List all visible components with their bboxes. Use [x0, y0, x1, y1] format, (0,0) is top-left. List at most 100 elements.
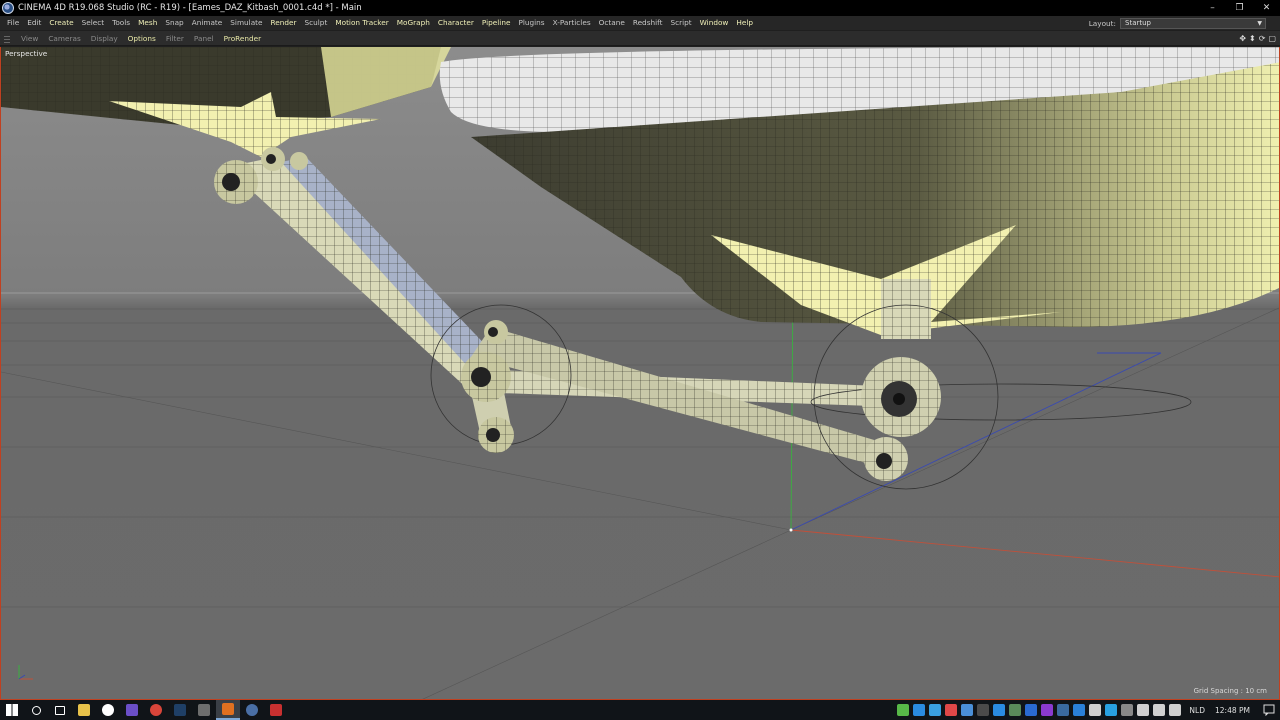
- app-red-icon: [270, 704, 282, 716]
- tray-app-8-icon[interactable]: [1025, 704, 1038, 716]
- layout-dropdown[interactable]: Startup ▼: [1120, 17, 1266, 29]
- taskbar-settings-button[interactable]: [96, 700, 120, 720]
- taskbar-photoshop-button[interactable]: [168, 700, 192, 720]
- tray-app-6-icon[interactable]: [993, 704, 1006, 716]
- viewport-scene: [1, 47, 1279, 699]
- viewport-menu-cameras[interactable]: Cameras: [43, 34, 85, 43]
- layout-value: Startup: [1125, 18, 1151, 27]
- perspective-viewport[interactable]: Perspective Grid Spacing : 10 cm: [0, 47, 1280, 700]
- tray-app-13-icon[interactable]: [1105, 704, 1118, 716]
- menu-file[interactable]: File: [3, 16, 23, 30]
- calculator-icon: [198, 704, 210, 716]
- tray-app-5-icon[interactable]: [977, 704, 990, 716]
- taskbar-app-red-button[interactable]: [264, 700, 288, 720]
- tray-app-16-icon[interactable]: [1153, 704, 1166, 716]
- taskbar-chrome-button[interactable]: [144, 700, 168, 720]
- tray-app-0-icon[interactable]: [897, 704, 910, 716]
- menu-x-particles[interactable]: X-Particles: [549, 16, 595, 30]
- menu-window[interactable]: Window: [696, 16, 733, 30]
- minimize-button[interactable]: –: [1199, 0, 1226, 16]
- menu-select[interactable]: Select: [78, 16, 109, 30]
- taskbar-calculator-button[interactable]: [192, 700, 216, 720]
- settings-icon: [102, 704, 114, 716]
- clock[interactable]: 12:48 PM: [1215, 706, 1250, 715]
- taskbar-search-button[interactable]: [24, 700, 48, 720]
- viewport-menu-options[interactable]: Options: [123, 34, 161, 43]
- tray-app-9-icon[interactable]: [1041, 704, 1054, 716]
- tray-app-4-icon[interactable]: [961, 704, 974, 716]
- tray-app-17-icon[interactable]: [1169, 704, 1182, 716]
- tray-app-7-icon[interactable]: [1009, 704, 1022, 716]
- photoshop-icon: [174, 704, 186, 716]
- taskbar-cinema4d-button[interactable]: [240, 700, 264, 720]
- title-bar: CINEMA 4D R19.068 Studio (RC - R19) - [E…: [0, 0, 1280, 16]
- menu-help[interactable]: Help: [732, 16, 757, 30]
- app-orange-icon: [222, 703, 234, 715]
- viewport-menu-panel[interactable]: Panel: [189, 34, 219, 43]
- taskbar-file-explorer-button[interactable]: [72, 700, 96, 720]
- menu-snap[interactable]: Snap: [161, 16, 187, 30]
- taskbar-app-orange-button[interactable]: [216, 700, 240, 720]
- menu-simulate[interactable]: Simulate: [226, 16, 266, 30]
- menu-sculpt[interactable]: Sculpt: [301, 16, 332, 30]
- taskbar-start-button[interactable]: [0, 700, 24, 720]
- menu-character[interactable]: Character: [434, 16, 478, 30]
- tray-app-15-icon[interactable]: [1137, 704, 1150, 716]
- menu-create[interactable]: Create: [45, 16, 77, 30]
- start-icon: [6, 704, 18, 716]
- tray-app-10-icon[interactable]: [1057, 704, 1070, 716]
- taskbar-task-view-button[interactable]: [48, 700, 72, 720]
- close-button[interactable]: ✕: [1253, 0, 1280, 16]
- viewport-menu-view[interactable]: View: [16, 34, 43, 43]
- toggle-view-icon[interactable]: ▢: [1268, 34, 1276, 43]
- app-purple-icon: [126, 704, 138, 716]
- menu-redshift[interactable]: Redshift: [629, 16, 667, 30]
- window-title: CINEMA 4D R19.068 Studio (RC - R19) - [E…: [18, 3, 362, 13]
- rotate-view-icon[interactable]: ⟳: [1259, 34, 1266, 43]
- viewport-menu-filter[interactable]: Filter: [161, 34, 189, 43]
- menu-mesh[interactable]: Mesh: [134, 16, 161, 30]
- menu-edit[interactable]: Edit: [23, 16, 45, 30]
- taskbar-apps: [0, 700, 288, 720]
- search-icon: [31, 705, 41, 715]
- cinema4d-icon: [246, 704, 258, 716]
- move-view-icon[interactable]: ✥: [1239, 34, 1246, 43]
- menu-pipeline[interactable]: Pipeline: [478, 16, 515, 30]
- camera-label[interactable]: Perspective: [5, 49, 47, 58]
- axis-gizmo-icon: [18, 665, 33, 680]
- viewport-menu-bar: View Cameras Display Options Filter Panel ProR…: [0, 31, 1280, 46]
- tray-app-12-icon[interactable]: [1089, 704, 1102, 716]
- notification-icon[interactable]: [1258, 700, 1280, 720]
- menu-plugins[interactable]: Plugins: [514, 16, 548, 30]
- layout-label: Layout:: [1088, 18, 1116, 28]
- grid-spacing-readout: Grid Spacing : 10 cm: [1193, 687, 1267, 695]
- task-view-icon: [55, 705, 65, 715]
- chrome-icon: [150, 704, 162, 716]
- cinema4d-logo-icon: [2, 2, 14, 14]
- menu-render[interactable]: Render: [267, 16, 301, 30]
- tray-app-2-icon[interactable]: [929, 704, 942, 716]
- menu-tools[interactable]: Tools: [108, 16, 134, 30]
- menu-mograph[interactable]: MoGraph: [393, 16, 434, 30]
- window-controls: – ❐ ✕: [1199, 0, 1280, 16]
- zoom-view-icon[interactable]: ⬍: [1249, 34, 1256, 43]
- tray-app-14-icon[interactable]: [1121, 704, 1134, 716]
- viewport-nav-icons: ✥ ⬍ ⟳ ▢: [1239, 31, 1276, 46]
- menu-script[interactable]: Script: [666, 16, 695, 30]
- maximize-button[interactable]: ❐: [1226, 0, 1253, 16]
- viewport-menu-display[interactable]: Display: [86, 34, 123, 43]
- tray-app-3-icon[interactable]: [945, 704, 958, 716]
- menu-octane[interactable]: Octane: [595, 16, 629, 30]
- menu-animate[interactable]: Animate: [188, 16, 227, 30]
- tray-app-1-icon[interactable]: [913, 704, 926, 716]
- file-explorer-icon: [78, 704, 90, 716]
- menu-motion-tracker[interactable]: Motion Tracker: [331, 16, 392, 30]
- windows-taskbar: NLD 12:48 PM: [0, 700, 1280, 720]
- drag-grip-icon[interactable]: [4, 33, 10, 43]
- tray-app-11-icon[interactable]: [1073, 704, 1086, 716]
- taskbar-app-purple-button[interactable]: [120, 700, 144, 720]
- language-indicator[interactable]: NLD: [1189, 706, 1205, 715]
- viewport-menu-prorender[interactable]: ProRender: [219, 34, 267, 43]
- layout-selector: Layout: Startup ▼: [1089, 16, 1266, 30]
- system-tray: NLD 12:48 PM: [895, 700, 1280, 720]
